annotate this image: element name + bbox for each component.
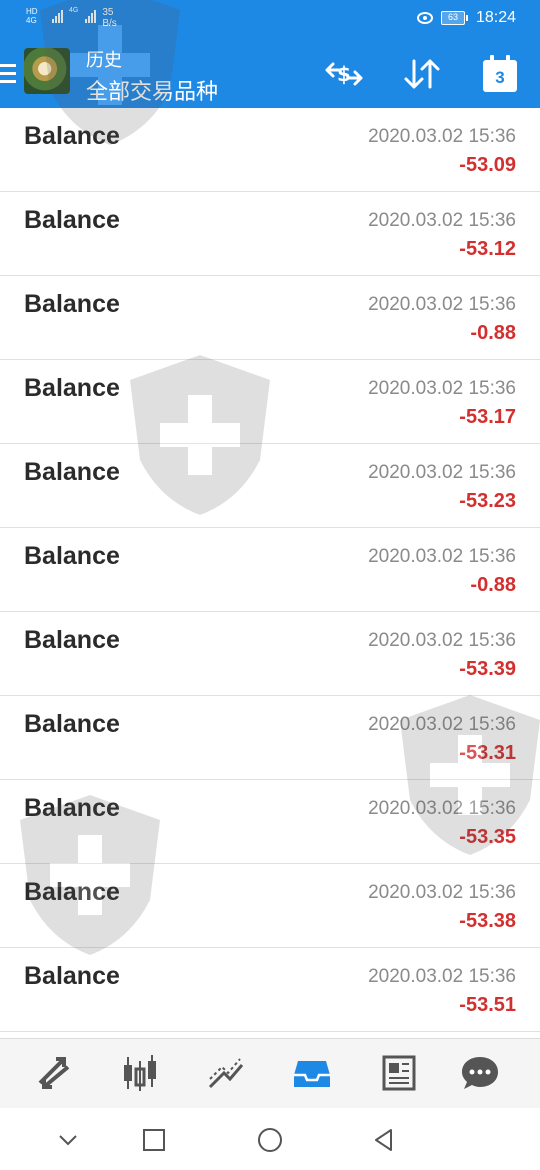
signal-icon	[85, 7, 97, 23]
record-datetime: 2020.03.02 15:36	[368, 546, 516, 567]
status-right: 63 18:24	[416, 9, 516, 27]
record-type: Balance	[24, 710, 120, 738]
record-amount: -53.31	[459, 742, 516, 764]
record-type: Balance	[24, 374, 120, 402]
record-datetime: 2020.03.02 15:36	[368, 462, 516, 483]
app-header: HD 4G 4G 35 B/s 63 18:24 历史 全部交易品种 $ 3	[0, 0, 540, 108]
system-nav-bar	[0, 1108, 540, 1170]
record-amount: -0.88	[470, 574, 516, 596]
record-datetime: 2020.03.02 15:36	[368, 378, 516, 399]
record-datetime: 2020.03.02 15:36	[368, 210, 516, 231]
sort-button[interactable]	[400, 56, 444, 92]
back-icon	[375, 1129, 392, 1151]
calendar-button[interactable]: 3	[478, 55, 522, 94]
chevron-down-icon	[59, 1135, 77, 1146]
record-type: Balance	[24, 794, 120, 822]
tab-trade[interactable]	[204, 1051, 248, 1095]
recents-icon	[143, 1129, 165, 1151]
record-type: Balance	[24, 458, 120, 486]
tab-news[interactable]	[376, 1051, 420, 1095]
currency-exchange-button[interactable]: $	[322, 56, 366, 92]
tab-chat[interactable]	[458, 1051, 502, 1095]
clock: 18:24	[475, 9, 516, 26]
trade-icon	[208, 1058, 244, 1089]
record-amount: -0.88	[470, 322, 516, 344]
record-type: Balance	[24, 878, 120, 906]
battery-icon: 63	[440, 11, 468, 25]
record-type: Balance	[24, 206, 120, 234]
record-datetime: 2020.03.02 15:36	[368, 714, 516, 735]
record-datetime: 2020.03.02 15:36	[368, 294, 516, 315]
svg-text:$: $	[337, 62, 351, 86]
net-speed-value: 35	[102, 7, 114, 18]
menu-icon[interactable]	[0, 64, 16, 84]
history-row[interactable]: Balance 2020.03.02 15:36 -53.38	[0, 864, 540, 948]
calendar-icon: 3	[483, 55, 517, 92]
record-amount: -53.39	[459, 658, 516, 680]
tab-history[interactable]	[290, 1051, 334, 1095]
status-left: HD 4G 4G 35 B/s	[26, 7, 117, 29]
history-row[interactable]: Balance 2020.03.02 15:36 -53.23	[0, 444, 540, 528]
nav-back-button[interactable]	[364, 1122, 404, 1158]
battery-level: 63	[440, 11, 465, 25]
history-row[interactable]: Balance 2020.03.02 15:36 -0.88	[0, 276, 540, 360]
news-icon	[382, 1055, 416, 1091]
network-speed: 35 B/s	[102, 7, 116, 29]
nav-home-button[interactable]	[250, 1122, 290, 1158]
sim2-label: 4G	[69, 7, 79, 14]
quotes-icon	[38, 1057, 70, 1089]
record-amount: -53.09	[459, 154, 516, 176]
record-datetime: 2020.03.02 15:36	[368, 630, 516, 651]
record-datetime: 2020.03.02 15:36	[368, 126, 516, 147]
page-title: 历史	[86, 50, 122, 70]
history-row[interactable]: Balance 2020.03.02 15:36 -53.09	[0, 108, 540, 192]
record-type: Balance	[24, 290, 120, 318]
tab-chart[interactable]	[118, 1051, 162, 1095]
history-row[interactable]: Balance 2020.03.02 15:36 -53.17	[0, 360, 540, 444]
currency-exchange-icon: $	[325, 62, 363, 86]
nav-collapse-button[interactable]	[48, 1122, 88, 1158]
net-speed-unit: B/s	[102, 18, 117, 29]
app-logo[interactable]	[24, 48, 70, 94]
sim1-label: HD 4G	[26, 7, 38, 25]
nav-recents-button[interactable]	[134, 1122, 174, 1158]
history-list: Balance 2020.03.02 15:36 -53.09 Balance 2020…	[0, 108, 540, 1032]
record-amount: -53.51	[459, 994, 516, 1016]
record-type: Balance	[24, 122, 120, 150]
record-type: Balance	[24, 626, 120, 654]
chart-icon	[124, 1055, 156, 1091]
home-icon	[258, 1128, 282, 1152]
history-row[interactable]: Balance 2020.03.02 15:36 -0.88	[0, 528, 540, 612]
record-amount: -53.38	[459, 910, 516, 932]
record-amount: -53.17	[459, 406, 516, 428]
history-row[interactable]: Balance 2020.03.02 15:36 -53.35	[0, 780, 540, 864]
eye-comfort-icon	[416, 12, 433, 24]
tab-quotes[interactable]	[32, 1051, 76, 1095]
chat-icon	[462, 1057, 498, 1089]
record-amount: -53.23	[459, 490, 516, 512]
status-bar: HD 4G 4G 35 B/s 63 18:24	[0, 0, 540, 36]
record-datetime: 2020.03.02 15:36	[368, 966, 516, 987]
history-row[interactable]: Balance 2020.03.02 15:36 -53.12	[0, 192, 540, 276]
signal-icon	[52, 7, 63, 23]
bottom-tab-bar	[0, 1038, 540, 1108]
history-row[interactable]: Balance 2020.03.02 15:36 -53.39	[0, 612, 540, 696]
history-icon	[294, 1061, 330, 1087]
record-datetime: 2020.03.02 15:36	[368, 882, 516, 903]
record-amount: -53.35	[459, 826, 516, 848]
record-datetime: 2020.03.02 15:36	[368, 798, 516, 819]
history-row[interactable]: Balance 2020.03.02 15:36 -53.31	[0, 696, 540, 780]
record-type: Balance	[24, 542, 120, 570]
sort-icon	[404, 59, 440, 89]
record-type: Balance	[24, 962, 120, 990]
record-amount: -53.12	[459, 238, 516, 260]
symbol-filter[interactable]: 全部交易品种	[86, 74, 218, 106]
history-row[interactable]: Balance 2020.03.02 15:36 -53.51	[0, 948, 540, 1032]
